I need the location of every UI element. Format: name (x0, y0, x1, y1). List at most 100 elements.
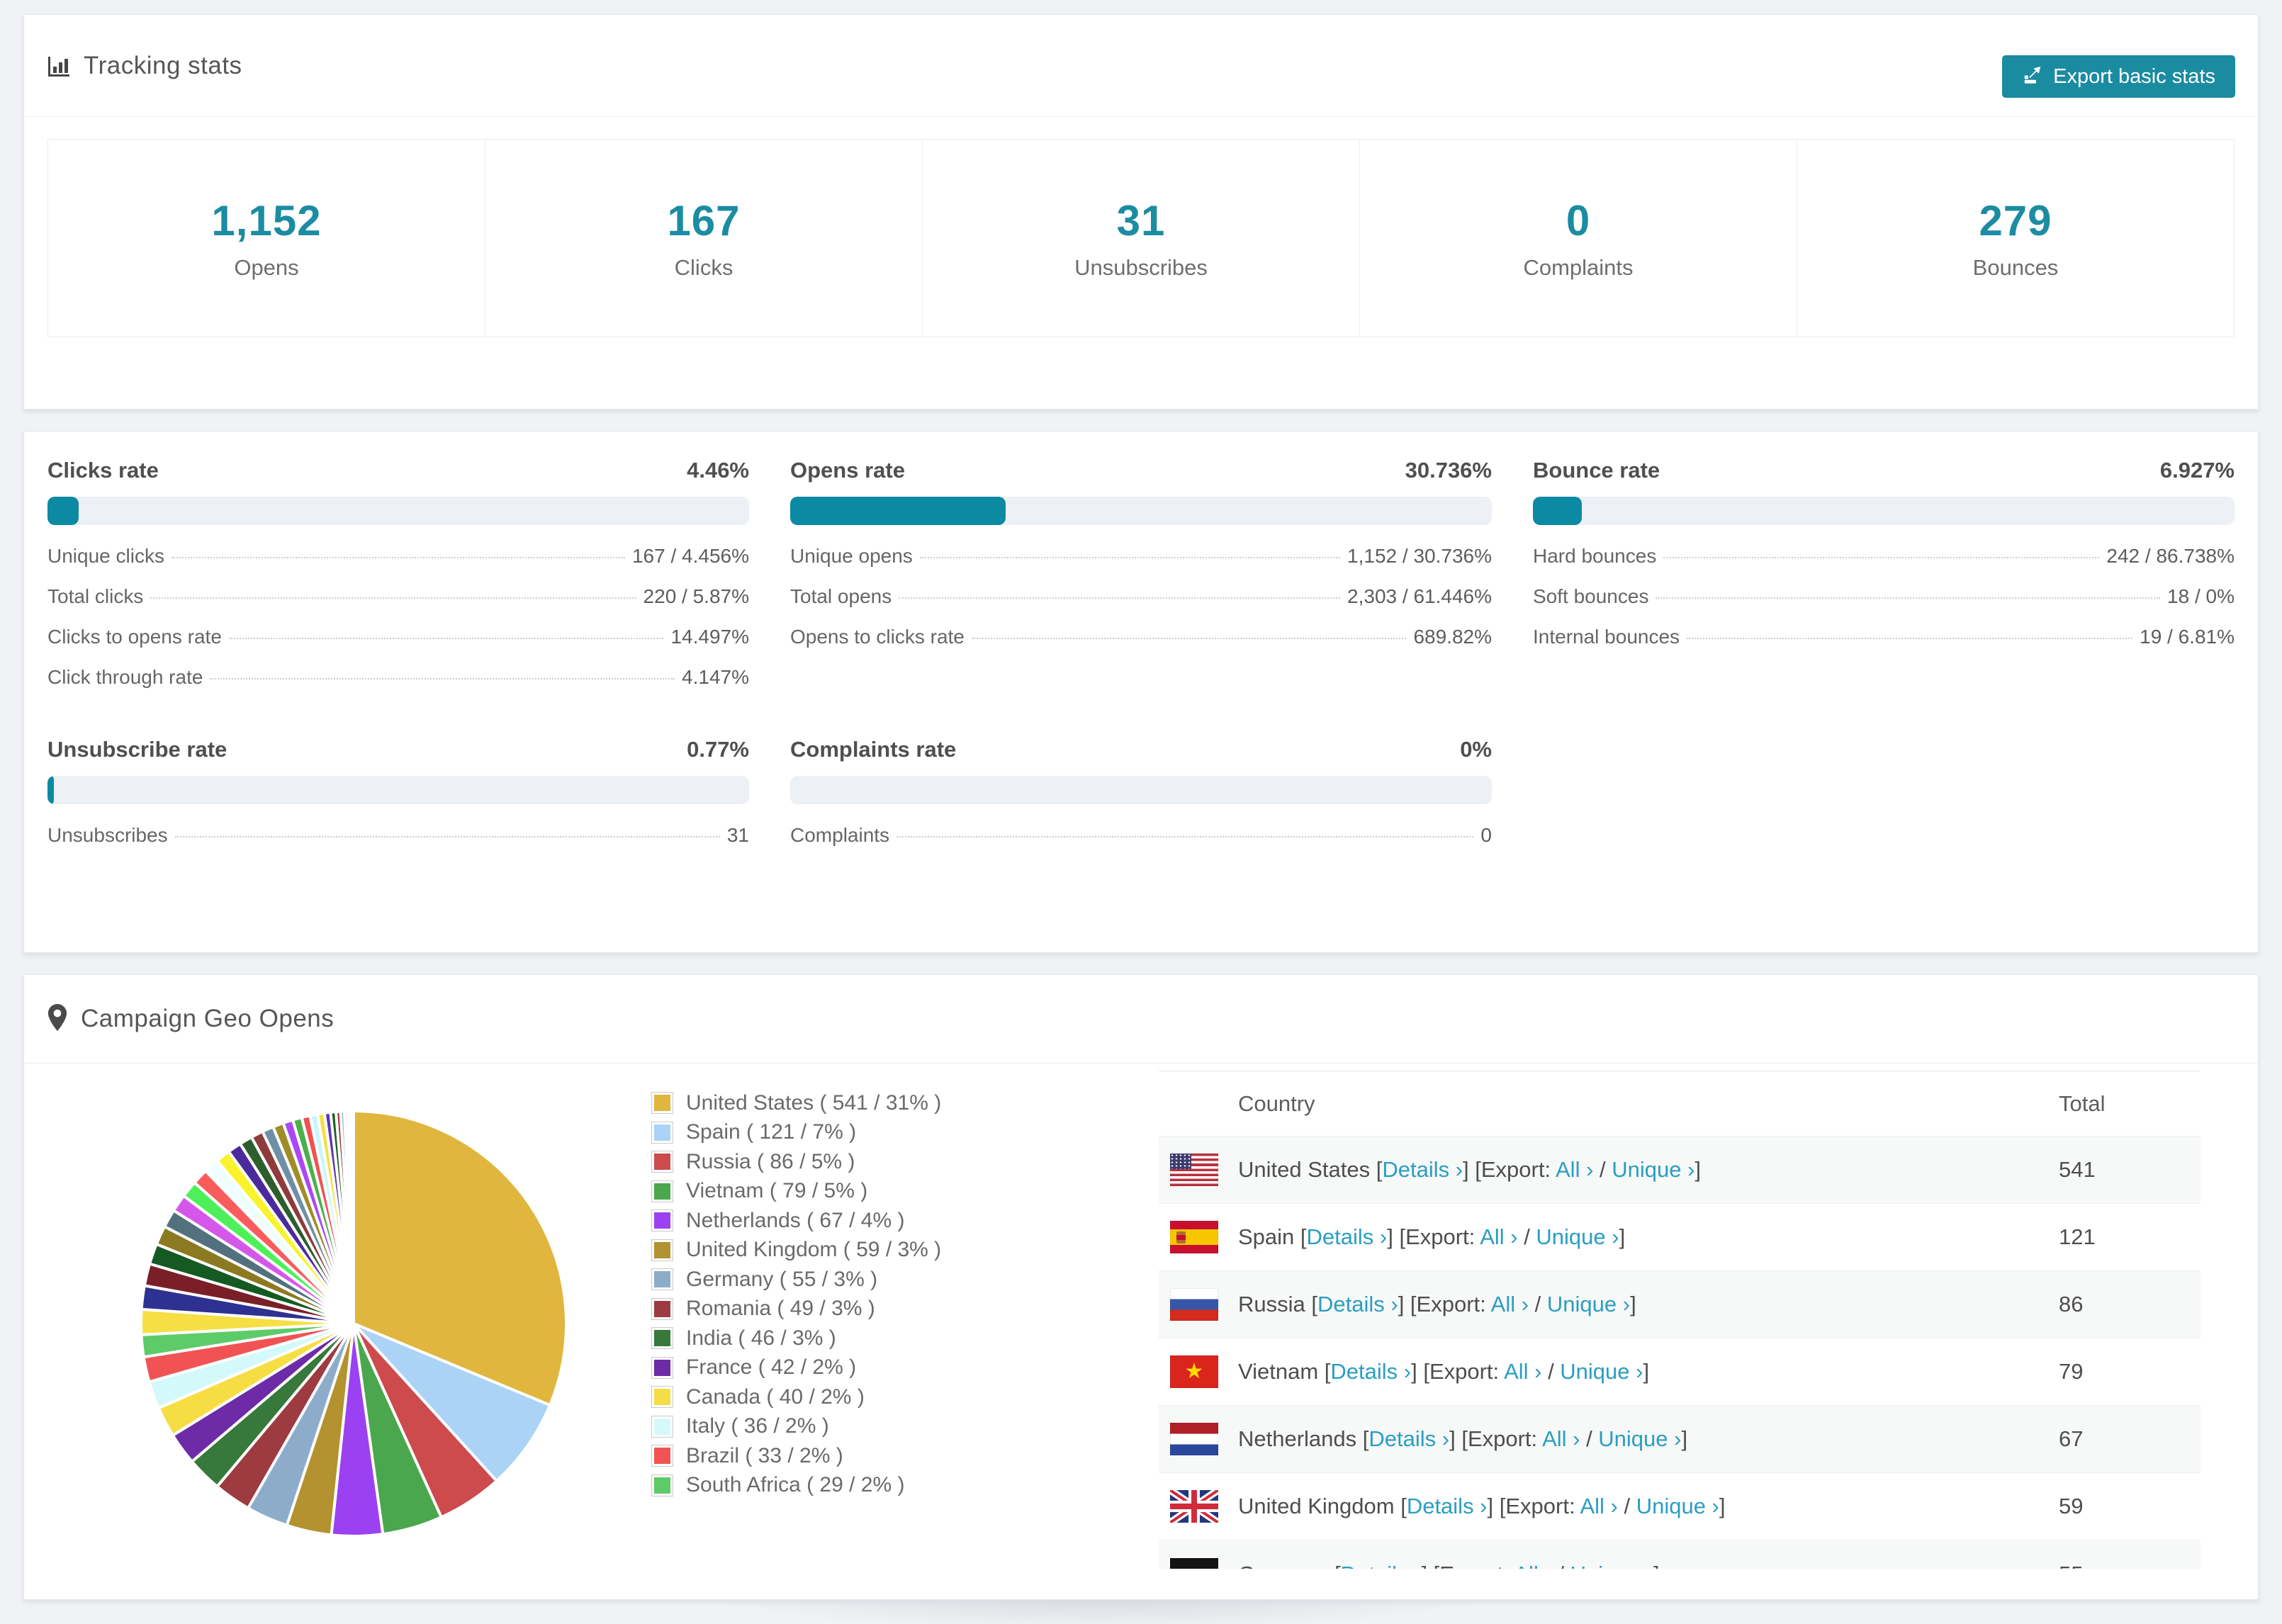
dotted-leader (228, 638, 664, 639)
row-inner: Germany [Details ›] [Export: All › / Uni… (1159, 1540, 2200, 1569)
export-unique-link[interactable]: Unique › (1612, 1157, 1694, 1182)
detail-row: Internal bounces 19 / 6.81% (1533, 626, 2235, 666)
details-link[interactable]: Details › (1317, 1292, 1398, 1316)
tracking-stats-title-text: Tracking stats (84, 51, 242, 79)
export-basic-stats-button[interactable]: Export basic stats (2002, 55, 2235, 98)
rate-detail-rows: Hard bounces 242 / 86.738% Soft bounces 18 … (1533, 545, 2235, 666)
geo-legend: United States ( 541 / 31% ) Spain ( 121 /… (651, 1088, 941, 1500)
rate-value: 0% (1460, 737, 1492, 762)
export-unique-link[interactable]: Unique › (1570, 1562, 1653, 1569)
legend-swatch-color (654, 1212, 670, 1229)
geo-title: Campaign Geo Opens (81, 1005, 335, 1032)
legend-swatch (651, 1180, 673, 1202)
detail-value: 2,303 / 61.446% (1347, 585, 1492, 607)
rate-title: Clicks rate (47, 458, 159, 483)
export-unique-link[interactable]: Unique › (1547, 1292, 1630, 1316)
detail-value: 0 (1480, 824, 1492, 846)
bar-chart-icon (47, 54, 71, 78)
rate-detail-rows: Unsubscribes 31 (47, 824, 749, 864)
row-inner: Russia [Details ›] [Export: All › / Uniq… (1159, 1288, 2200, 1321)
detail-row: Soft bounces 18 / 0% (1533, 585, 2235, 626)
geo-table: Country Total United States [Details ›] … (1159, 1071, 2200, 1569)
country-name: Germany (1238, 1562, 1334, 1569)
detail-value: 689.82% (1413, 626, 1492, 648)
detail-label: Complaints (790, 824, 890, 846)
dotted-leader (1663, 557, 2100, 558)
dotted-leader (150, 597, 636, 599)
total-cell: 86 (2059, 1292, 2084, 1316)
stat-label: Unsubscribes (1074, 254, 1208, 280)
rate-title: Unsubscribe rate (47, 737, 227, 762)
export-all-link[interactable]: All › (1542, 1426, 1580, 1451)
export-all-link[interactable]: All › (1480, 1224, 1517, 1249)
export-all-link[interactable]: All › (1514, 1562, 1551, 1569)
legend-item: India ( 46 / 3% ) (651, 1324, 941, 1353)
progress-bar (1533, 497, 2235, 525)
legend-item: Brazil ( 33 / 2% ) (651, 1441, 941, 1471)
country-flag-vn: ★ (1170, 1355, 1218, 1388)
country-flag-ru (1170, 1288, 1218, 1321)
details-link[interactable]: Details › (1341, 1562, 1422, 1569)
legend-label: Netherlands ( 67 / 4% ) (686, 1208, 905, 1232)
export-unique-link[interactable]: Unique › (1560, 1359, 1643, 1384)
legend-swatch (651, 1386, 673, 1409)
country-flag-nl (1170, 1423, 1218, 1455)
detail-row: Opens to clicks rate 689.82% (790, 626, 1492, 666)
export-unique-link[interactable]: Unique › (1536, 1224, 1619, 1249)
country-flag-de (1170, 1557, 1218, 1569)
details-link[interactable]: Details › (1368, 1426, 1449, 1451)
country-flag-gb (1170, 1490, 1218, 1523)
stat-value: 167 (667, 196, 741, 244)
es-crest (1176, 1231, 1186, 1244)
stat-cell: 31 Unsubscribes (923, 140, 1360, 337)
legend-swatch-color (654, 1418, 670, 1435)
detail-value: 1,152 / 30.736% (1347, 545, 1492, 567)
column-header-country: Country (1238, 1090, 1315, 1116)
pie-slice-43 (351, 1109, 355, 1325)
detail-label: Click through rate (47, 666, 203, 688)
rate-block: Clicks rate 4.46% Unique clicks 167 / 4.456… (47, 453, 749, 706)
rate-head: Unsubscribe rate 0.77% (47, 732, 749, 767)
page-bottom-shadow (680, 1600, 1517, 1624)
legend-label: South Africa ( 29 / 2% ) (686, 1473, 905, 1497)
detail-label: Soft bounces (1533, 585, 1649, 607)
export-unique-link[interactable]: Unique › (1598, 1426, 1681, 1451)
progress-bar (47, 776, 749, 804)
stat-value: 279 (1979, 196, 2052, 244)
detail-label: Opens to clicks rate (790, 626, 965, 648)
legend-swatch (651, 1297, 673, 1320)
export-all-link[interactable]: All › (1504, 1359, 1541, 1384)
table-row-partial-de: Germany [Details ›] [Export: All › / Uni… (1159, 1540, 2200, 1569)
rate-head: Complaints rate 0% (790, 732, 1492, 767)
country-links: Vietnam [Details ›] [Export: All › / Uni… (1238, 1359, 1650, 1384)
detail-label: Hard bounces (1533, 545, 1657, 567)
export-all-link[interactable]: All › (1491, 1292, 1529, 1316)
column-header-total: Total (2059, 1090, 2106, 1116)
progress-bar-fill (47, 497, 79, 525)
legend-swatch (651, 1445, 673, 1467)
detail-row: Total opens 2,303 / 61.446% (790, 585, 1492, 626)
details-link[interactable]: Details › (1330, 1359, 1411, 1384)
rate-block: Complaints rate 0% Complaints 0 (790, 732, 1492, 864)
export-button-label: Export basic stats (2053, 64, 2215, 88)
legend-label: France ( 42 / 2% ) (686, 1355, 857, 1380)
export-unique-link[interactable]: Unique › (1636, 1494, 1719, 1518)
legend-swatch-color (654, 1183, 670, 1200)
export-all-link[interactable]: All › (1556, 1157, 1593, 1182)
total-cell: 55 (2059, 1562, 2200, 1569)
legend-label: Vietnam ( 79 / 5% ) (686, 1179, 868, 1203)
legend-item: Romania ( 49 / 3% ) (651, 1295, 941, 1324)
stat-cell: 0 Complaints (1360, 140, 1797, 337)
country-flag-us (1170, 1154, 1218, 1186)
detail-row: Unique clicks 167 / 4.456% (47, 545, 749, 585)
progress-bar (47, 497, 749, 525)
table-row-nl: Netherlands [Details ›] [Export: All › /… (1159, 1406, 2200, 1473)
export-all-link[interactable]: All › (1580, 1494, 1617, 1518)
legend-item: Italy ( 36 / 2% ) (651, 1412, 941, 1442)
details-link[interactable]: Details › (1407, 1494, 1488, 1518)
details-link[interactable]: Details › (1382, 1157, 1463, 1182)
rate-head: Opens rate 30.736% (790, 453, 1492, 488)
legend-swatch-color (654, 1330, 670, 1347)
details-link[interactable]: Details › (1307, 1224, 1388, 1249)
country-name: Netherlands (1238, 1426, 1363, 1451)
